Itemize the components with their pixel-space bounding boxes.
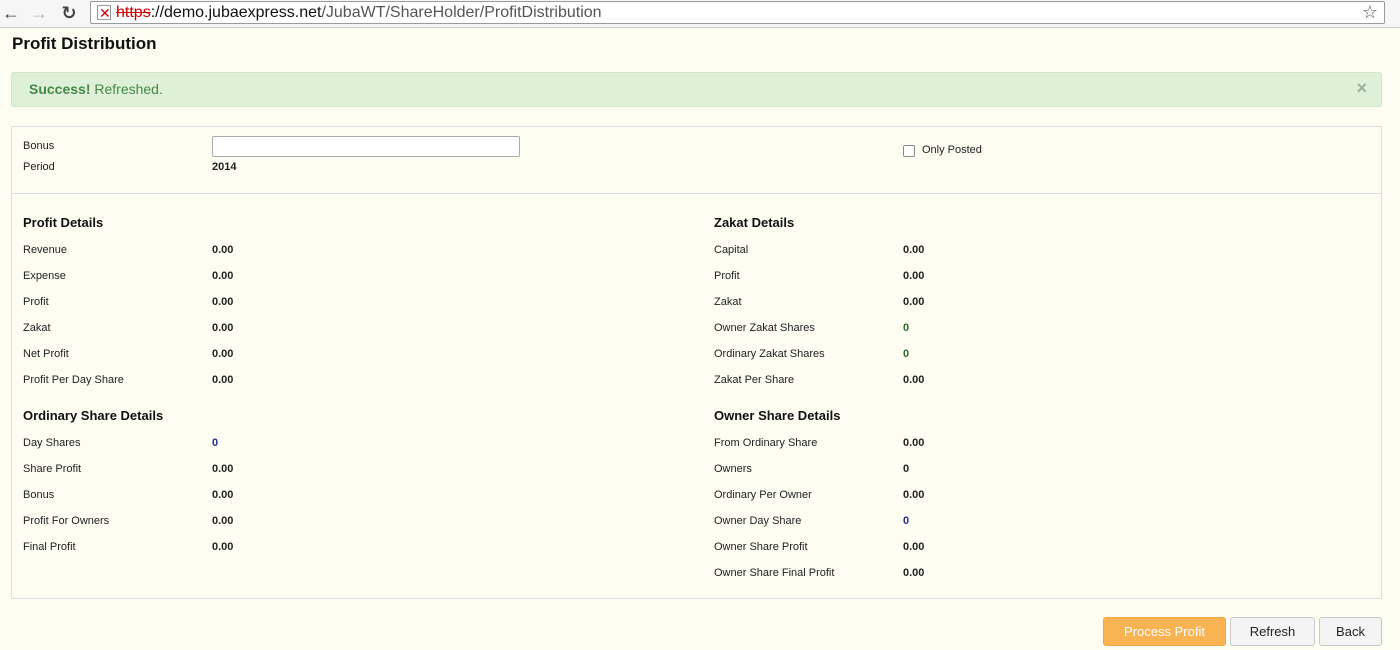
refresh-button[interactable]: Refresh	[1230, 617, 1315, 646]
zakat-details-label: Zakat	[714, 296, 742, 308]
owner-share-label: Owner Share Profit	[714, 541, 808, 553]
address-bar[interactable]: ✕ https://demo.jubaexpress.net/JubaWT/Sh…	[90, 1, 1385, 24]
zakat-details-label: Capital	[714, 244, 749, 256]
profit-details-label: Revenue	[23, 244, 68, 256]
profit-details-label: Profit	[23, 296, 49, 308]
zakat-details-value: 0.00	[903, 296, 925, 308]
process-profit-button[interactable]: Process Profit	[1103, 617, 1226, 646]
ordinary-share-label: Profit For Owners	[23, 515, 110, 527]
alert-message: Refreshed.	[90, 81, 163, 97]
browser-toolbar: ← → ↻ ✕ https://demo.jubaexpress.net/Jub…	[0, 0, 1400, 28]
ordinary-share-value[interactable]: 0	[212, 437, 218, 449]
page-icon: ✕	[97, 5, 111, 21]
zakat-details-value: 0.00	[903, 244, 925, 256]
alert-strong-text: Success!	[29, 81, 91, 97]
back-arrow-icon[interactable]: ←	[0, 2, 22, 24]
ordinary-share-details-title: Ordinary Share Details	[23, 408, 164, 423]
ordinary-share-value: 0.00	[212, 463, 234, 475]
zakat-details-value: 0.00	[903, 374, 925, 386]
ordinary-share-label: Bonus	[23, 489, 55, 501]
owner-share-value: 0.00	[903, 567, 925, 579]
period-value: 2014	[212, 161, 237, 173]
reload-icon[interactable]: ↻	[58, 2, 80, 24]
profit-details-label: Profit Per Day Share	[23, 374, 124, 386]
url-scheme: https	[116, 4, 151, 21]
url-path: /JubaWT/ShareHolder/ProfitDistribution	[321, 4, 602, 21]
url-host: ://demo.jubaexpress.net	[150, 4, 322, 21]
profit-details-value: 0.00	[212, 322, 234, 334]
owner-share-value[interactable]: 0	[903, 515, 909, 527]
success-alert: Success! Refreshed. ×	[11, 72, 1382, 107]
owner-share-label: Ordinary Per Owner	[714, 489, 812, 501]
owner-share-details-title: Owner Share Details	[714, 408, 841, 423]
owner-share-value: 0.00	[903, 489, 925, 501]
profit-details-value: 0.00	[212, 270, 234, 282]
period-label: Period	[23, 161, 55, 173]
owner-share-label: Owner Share Final Profit	[714, 567, 835, 579]
close-icon[interactable]: ×	[1356, 73, 1367, 104]
only-posted-checkbox[interactable]	[903, 145, 915, 157]
ordinary-share-value: 0.00	[212, 489, 234, 501]
owner-share-value: 0	[903, 463, 910, 475]
certificate-error-icon: ✕	[99, 5, 111, 21]
profit-details-value: 0.00	[212, 348, 234, 360]
profit-details-label: Net Profit	[23, 348, 69, 360]
bookmark-star-icon[interactable]: ☆	[1362, 2, 1378, 23]
url-text[interactable]: https://demo.jubaexpress.net/JubaWT/Shar…	[116, 3, 602, 23]
bonus-input[interactable]	[212, 136, 520, 157]
ordinary-share-value: 0.00	[212, 541, 234, 553]
only-posted-label[interactable]: Only Posted	[922, 144, 982, 156]
zakat-details-label: Zakat Per Share	[714, 374, 795, 386]
back-button[interactable]: Back	[1319, 617, 1382, 646]
ordinary-share-label: Share Profit	[23, 463, 82, 475]
ordinary-share-label: Day Shares	[23, 437, 81, 449]
owner-share-value: 0.00	[903, 437, 925, 449]
owner-share-value: 0.00	[903, 541, 925, 553]
profit-details-label: Zakat	[23, 322, 51, 334]
profit-details-label: Expense	[23, 270, 66, 282]
profit-details-value: 0.00	[212, 374, 234, 386]
zakat-details-label: Ordinary Zakat Shares	[714, 348, 825, 360]
zakat-details-value: 0.00	[903, 270, 925, 282]
bonus-label: Bonus	[23, 140, 55, 152]
forward-arrow-icon[interactable]: →	[28, 2, 50, 24]
zakat-details-value: 0	[903, 348, 910, 360]
owner-share-label: Owners	[714, 463, 752, 475]
profit-details-title: Profit Details	[23, 215, 104, 230]
zakat-details-value: 0	[903, 322, 910, 334]
profit-details-value: 0.00	[212, 296, 234, 308]
zakat-details-label: Owner Zakat Shares	[714, 322, 815, 334]
profit-details-value: 0.00	[212, 244, 234, 256]
profit-distribution-panel: Bonus Period 2014 Only Posted Profit Det…	[11, 126, 1382, 599]
ordinary-share-label: Final Profit	[23, 541, 76, 553]
zakat-details-title: Zakat Details	[714, 215, 795, 230]
ordinary-share-value: 0.00	[212, 515, 234, 527]
page-title: Profit Distribution	[12, 34, 157, 53]
owner-share-label: Owner Day Share	[714, 515, 802, 527]
divider	[12, 193, 1381, 194]
owner-share-label: From Ordinary Share	[714, 437, 818, 449]
zakat-details-label: Profit	[714, 270, 740, 282]
